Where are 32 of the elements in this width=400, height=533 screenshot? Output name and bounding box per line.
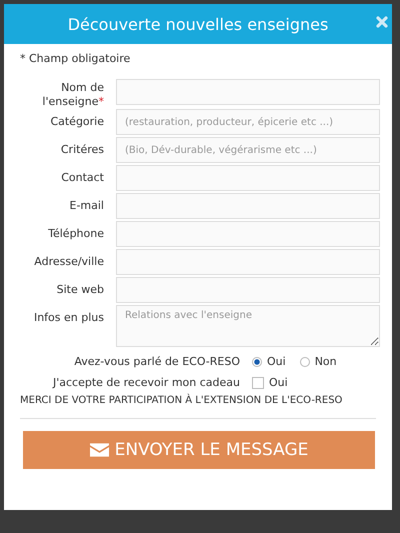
send-button[interactable]: ENVOYER LE MESSAGE [23,431,375,469]
field-label: E-mail [68,198,104,212]
input-field[interactable] [116,277,380,303]
required-note: * Champ obligatoire [20,52,132,65]
radio-label: Non [314,355,337,368]
input-field[interactable]: (Bio, Dév-durable, végérarisme etc ...) [116,137,380,163]
field-label: Critéres [60,142,104,156]
input-field[interactable] [116,249,380,275]
modal-title: Découverte nouvelles enseignes [68,14,328,34]
checkbox[interactable] [252,376,264,388]
checkbox-label: Oui [269,376,288,389]
field-label: Site web [56,282,104,296]
field-label: Infos en plus [32,310,104,324]
radio-label: Oui [267,355,286,368]
field-label: Adresse/ville [33,254,104,268]
field-label: Catégorie [49,114,104,128]
textarea-field[interactable]: Relations avec l'enseigne [116,305,380,347]
radio-question: Avez-vous parlé de ECO-RESO [73,355,241,368]
field-label: Téléphone [47,226,104,240]
radio-button[interactable] [252,356,262,366]
field-label: Nom de l'enseigne* [41,80,104,107]
input-field[interactable] [116,221,380,247]
radio-button[interactable] [300,356,310,366]
input-field[interactable] [116,165,380,191]
input-field[interactable] [116,79,380,105]
input-field[interactable] [116,193,380,219]
input-field[interactable]: (restauration, producteur, épicerie etc ...) [116,109,380,135]
field-label: Contact [60,170,104,184]
checkbox-question: J'accepte de recevoir mon cadeau [52,376,241,389]
envelope-icon [90,443,109,457]
thanks-message: MERCI DE VOTRE PARTICIPATION À L'EXTENSION DE L'ECO-RESO [20,395,344,406]
close-icon[interactable] [376,16,388,28]
